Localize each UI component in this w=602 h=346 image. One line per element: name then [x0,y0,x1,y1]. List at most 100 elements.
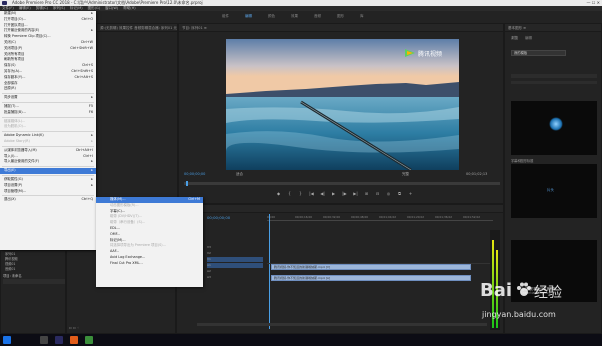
menu-separator [2,145,94,147]
go-to-in-icon[interactable]: |◀ [309,191,314,196]
search-field[interactable] [511,74,597,78]
menu-item-label: Adobe Story(R) [4,138,30,143]
project-search[interactable] [3,279,65,284]
file-menu-item[interactable]: 退出(X) Ctrl+Q [0,197,96,203]
timeline-header[interactable]: 序列01 ≡ [177,205,503,213]
panel-footer-icons[interactable]: ▫ ▫ ◦ [69,325,79,330]
premiere-taskbar-icon[interactable] [55,336,63,344]
menu-item-shortcut: ▸ [91,28,93,33]
my-templates-dropdown[interactable]: 我的模板 [511,50,566,56]
menu-3[interactable]: 序列(S) [53,6,65,10]
video-clip[interactable]: 腾讯视频-你不知道的新疆喀纳斯.mp4 [V] [271,264,471,270]
menu-item-label: 还原(R) [4,86,16,91]
menu-item-label: 批量捕捉(B)... [4,109,26,114]
source-panel-header[interactable]: 源:(无剪辑) 效果控件 音频剪辑混合器: 序列01 元数据 [97,24,177,32]
camera-icon[interactable]: ◎ [386,191,391,196]
quality-dropdown[interactable]: 完整 [402,172,409,177]
ruler-tick-label: 00;01;04;02 [379,215,397,219]
menu-0[interactable]: 文件(F) [2,6,14,10]
timeline-panel: 序列01 ≡ 00;00;00;00 00;0000;00;16;0000;00… [176,204,504,334]
menu-item-shortcut: ▸ [91,95,93,100]
marker-icon[interactable]: ◆ [276,191,281,196]
menu-4[interactable]: 标记(M) [70,6,83,10]
tab-browse[interactable]: 浏览 [511,36,518,41]
filter-row[interactable] [511,81,597,84]
project-panel-title: 项目: 未命名 [3,274,22,278]
step-forward-icon[interactable]: |▶ [342,191,347,196]
step-back-icon[interactable]: ◀| [320,191,325,196]
glow-orb-icon [549,117,563,131]
menu-5[interactable]: 图形(G) [88,6,100,10]
taskbar-app-icon[interactable] [40,336,48,344]
track-header[interactable]: A1 [207,263,263,268]
template-thumb-1[interactable] [511,101,597,155]
timeline-timecode[interactable]: 00;00;00;00 [207,215,230,220]
start-icon[interactable] [3,336,11,344]
track-label: A1 [207,263,211,267]
overwrite-icon[interactable]: ⊟ [375,191,380,196]
taskbar-app-icon[interactable] [70,336,78,344]
menu-item-label: 设为脱机(O)... [4,124,27,129]
timeline-scrollbar[interactable] [197,323,487,326]
baidu-paw-icon [517,282,531,296]
workspace-tab-0[interactable]: 组件 [222,14,229,19]
menu-item-shortcut: Ctrl+O [81,16,93,21]
tab-edit[interactable]: 编辑 [525,36,532,41]
tencent-video-logo: 腾讯视频 [404,47,454,59]
menu-item-shortcut: Ctrl+Q [81,197,93,202]
menu-item-label: 导出(E) [4,168,16,173]
insert-icon[interactable]: ⊞ [364,191,369,196]
thumb-2-label: 片头 [547,188,554,192]
menu-item-shortcut: ▸ [91,168,93,173]
track-label: V2 [207,251,211,255]
baidu-watermark: Bai 经验 jingyan.baidu.com [480,280,600,330]
workspace-tab-3[interactable]: 效果 [291,14,298,19]
ruler-tick-label: 00;01;20;02 [407,215,425,219]
watermark-brand: Bai [480,280,513,301]
track-header[interactable]: V3 [207,245,263,250]
add-button-icon[interactable]: + [408,191,413,196]
menu-separator [2,174,94,176]
menu-6[interactable]: 窗口(W) [105,6,118,10]
workspace-tab-5[interactable]: 图形 [337,14,344,19]
template-thumb-2[interactable]: 片头 [511,164,597,218]
go-to-out-icon[interactable]: ▶| [353,191,358,196]
menu-item-shortcut: Ctrl+M [188,197,200,201]
track-header[interactable]: A3 [207,275,263,280]
menu-separator [2,194,94,197]
track-header[interactable]: V1 [207,257,263,262]
menu-7[interactable]: 帮助(H) [123,6,135,10]
taskbar-app-icon[interactable] [85,336,93,344]
out-point-icon[interactable]: } [298,191,303,196]
fit-dropdown[interactable]: 适合 [236,172,243,177]
export-submenu: 媒体(M)... Ctrl+M 动态图形模板(R)... 字幕(C)... 磁带 (DV… [96,197,203,287]
in-point-icon[interactable]: { [287,191,292,196]
play-icon[interactable]: ▶ [331,191,336,196]
program-playhead[interactable] [186,181,188,186]
program-monitor-header[interactable]: 节目: 序列01 ≡ [179,24,503,32]
track-header[interactable]: A2 [207,269,263,274]
track-label: A3 [207,275,211,279]
essential-graphics-header[interactable]: 基本图形 ≡ [505,24,601,32]
timeline-ruler[interactable]: 00;00 00;00;16;00 00;00;32;00 00;00;48;00 00… [267,215,493,221]
track-header[interactable]: V2 [207,251,263,256]
project-item[interactable]: 音频01 [5,266,65,271]
watermark-brand2: 经验 [534,285,562,301]
workspace-tab-6[interactable]: 库 [360,14,364,19]
program-timecode[interactable]: 00;00;00;00 [184,172,205,176]
transport-controls: ◆ {} |◀ ◀| ▶ |▶ ▶| ⊞ ⊟ ◎ ⧉ + [276,191,426,198]
menu-1[interactable]: 编辑(E) [19,6,31,10]
timeline-playhead[interactable] [269,214,270,329]
menu-item-label: 导入最近使用的文件(F) [4,159,40,164]
project-panel: 序列01 腾讯视频 视频01 音频01 项目: 未命名 [0,250,66,334]
compare-icon[interactable]: ⧉ [397,191,402,196]
program-scrub-bar[interactable] [184,182,500,185]
audio-clip[interactable]: 腾讯视频-你不知道的新疆喀纳斯.mp4 [A] [271,275,471,281]
menu-item-label: Final Cut Pro XML... [110,260,143,265]
workspace-tab-2[interactable]: 颜色 [268,14,275,19]
workspace-tab-1[interactable]: 编辑 [245,14,252,19]
workspace-tab-4[interactable]: 音频 [314,14,321,19]
menu-2[interactable]: 剪辑(C) [36,6,48,10]
template-caption-1: 字幕和图形标题 [511,159,534,163]
export-menu-item[interactable]: Final Cut Pro XML... [96,261,203,267]
